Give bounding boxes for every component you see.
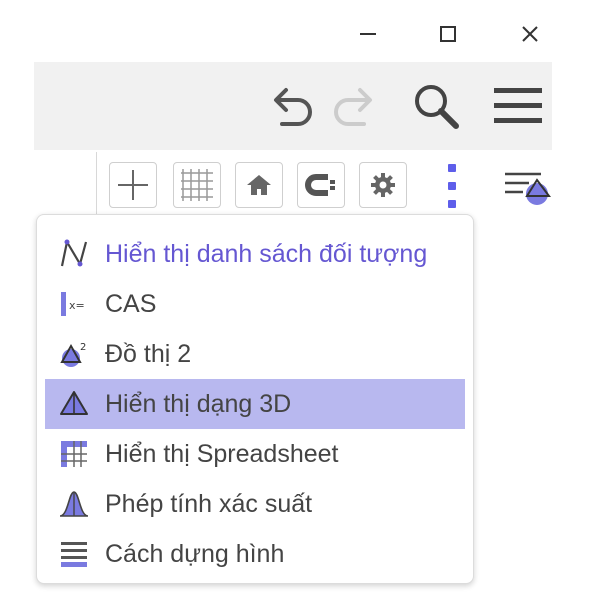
menu-item-algebra[interactable]: Hiển thị danh sách đối tượng — [45, 229, 465, 279]
menu-item-spreadsheet[interactable]: Hiển thị Spreadsheet — [45, 429, 465, 479]
minimize-icon[interactable] — [348, 14, 388, 54]
more-dot — [448, 200, 456, 208]
graphics2-icon: 2 — [57, 337, 91, 371]
perspective-menu: Hiển thị danh sách đối tượng x= CAS 2 Đồ… — [36, 214, 474, 584]
hamburger-menu-icon[interactable] — [488, 76, 548, 136]
graphics3d-icon — [57, 387, 91, 421]
menu-item-graphics2[interactable]: 2 Đồ thị 2 — [45, 329, 465, 379]
axes-icon[interactable] — [109, 162, 157, 208]
menu-item-label: Hiển thị Spreadsheet — [105, 439, 339, 468]
menu-item-label: CAS — [105, 289, 157, 318]
gear-icon[interactable] — [359, 162, 407, 208]
capture-icon[interactable] — [297, 162, 345, 208]
probability-icon — [57, 487, 91, 521]
algebra-icon — [57, 237, 91, 271]
menu-item-probability[interactable]: Phép tính xác suất — [45, 479, 465, 529]
search-icon[interactable] — [406, 76, 466, 136]
menu-item-label: Hiển thị dạng 3D — [105, 389, 292, 418]
maximize-icon[interactable] — [428, 14, 468, 54]
app-window: Hiển thị danh sách đối tượng x= CAS 2 Đồ… — [0, 0, 600, 603]
more-dot — [448, 182, 456, 190]
header-bar — [34, 62, 552, 150]
home-icon[interactable] — [235, 162, 283, 208]
cas-icon: x= — [57, 287, 91, 321]
more-dot — [448, 164, 456, 172]
close-icon[interactable] — [510, 14, 550, 54]
menu-item-label: Đồ thị 2 — [105, 339, 192, 368]
redo-icon[interactable] — [326, 76, 386, 136]
style-bar — [96, 152, 600, 218]
construction-protocol-icon — [57, 537, 91, 571]
menu-item-label: Cách dựng hình — [105, 539, 285, 568]
svg-text:x=: x= — [69, 299, 85, 312]
spreadsheet-icon — [57, 437, 91, 471]
grid-icon[interactable] — [173, 162, 221, 208]
menu-item-label: Phép tính xác suất — [105, 489, 313, 518]
menu-item-cas[interactable]: x= CAS — [45, 279, 465, 329]
menu-item-label: Hiển thị danh sách đối tượng — [105, 239, 428, 268]
view-style-icon[interactable] — [501, 166, 553, 206]
undo-icon[interactable] — [260, 76, 320, 136]
menu-item-graphics3d[interactable]: Hiển thị dạng 3D — [45, 379, 465, 429]
svg-text:2: 2 — [80, 342, 86, 353]
menu-item-construction-protocol[interactable]: Cách dựng hình — [45, 529, 465, 579]
more-vertical-icon[interactable] — [437, 164, 467, 208]
